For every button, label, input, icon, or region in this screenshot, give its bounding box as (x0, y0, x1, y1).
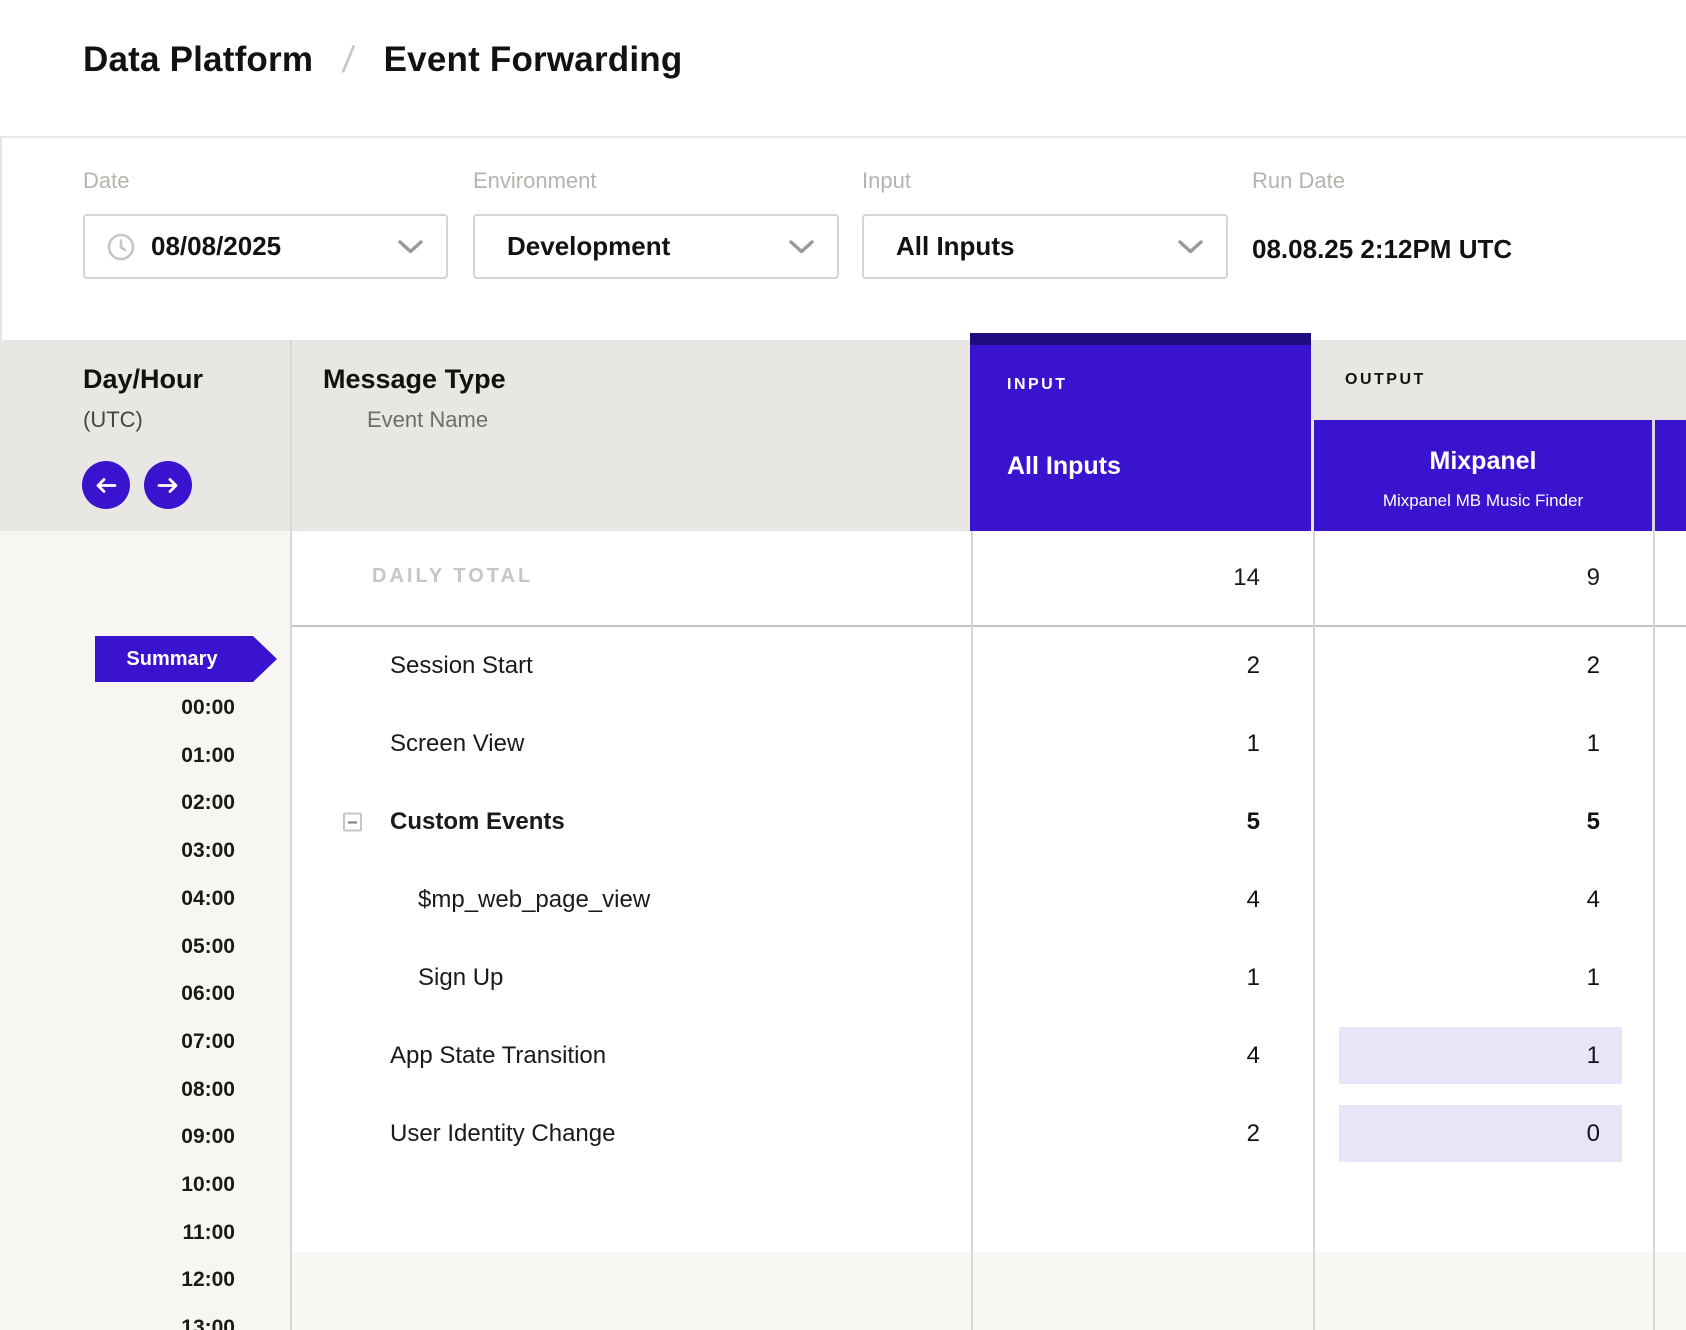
hour-rail-item[interactable]: 07:00 (0, 1030, 235, 1054)
environment-value: Development (507, 231, 670, 262)
chevron-down-icon (397, 238, 424, 255)
column-divider (1313, 531, 1315, 1330)
input-count: 2 (1247, 1120, 1260, 1148)
hour-rail-item[interactable]: 09:00 (0, 1125, 235, 1149)
event-name: App State Transition (390, 1042, 606, 1070)
input-count: 2 (1247, 652, 1260, 680)
column-divider (1652, 420, 1655, 531)
run-date-value: 08.08.25 2:12PM UTC (1252, 234, 1512, 265)
input-filter-label: Input (862, 168, 911, 194)
input-value: All Inputs (896, 231, 1014, 262)
hour-rail-item[interactable]: 08:00 (0, 1078, 235, 1102)
input-count: 1 (1247, 730, 1260, 758)
clock-icon (107, 233, 135, 261)
delta-highlight-cell (1339, 1105, 1622, 1162)
daily-total-input-value: 14 (1233, 564, 1260, 592)
chevron-down-icon (1177, 238, 1204, 255)
next-day-button[interactable] (144, 461, 192, 509)
hour-rail-item[interactable]: 04:00 (0, 887, 235, 911)
environment-dropdown[interactable]: Development (473, 214, 839, 279)
event-forwarding-page: Data Platform / Event Forwarding Date 08… (0, 0, 1686, 1330)
hour-rail-item[interactable]: 05:00 (0, 935, 235, 959)
table-row: $mp_web_page_view 4 4 (0, 861, 1686, 939)
output-count: 2 (1587, 652, 1600, 680)
date-dropdown[interactable]: 08/08/2025 (83, 214, 448, 279)
arrow-right-icon (156, 477, 180, 494)
input-dropdown[interactable]: All Inputs (862, 214, 1228, 279)
previous-day-button[interactable] (82, 461, 130, 509)
table-row: Sign Up 1 1 (0, 939, 1686, 1017)
input-count: 1 (1247, 964, 1260, 992)
output-count: 4 (1587, 886, 1600, 914)
input-column-label: INPUT (1007, 376, 1068, 394)
run-date-label: Run Date (1252, 168, 1345, 194)
column-divider (290, 340, 292, 1330)
output-connection-name: Mixpanel (1314, 447, 1652, 476)
delta-highlight-cell (1339, 1027, 1622, 1084)
table-row: Custom Events 5 5 (0, 783, 1686, 861)
column-divider (971, 531, 973, 1330)
input-count: 4 (1247, 886, 1260, 914)
breadcrumb: Data Platform / Event Forwarding (83, 39, 682, 81)
hour-rail-item[interactable]: 03:00 (0, 839, 235, 863)
summary-badge[interactable]: Summary (95, 636, 277, 682)
environment-filter-label: Environment (473, 168, 597, 194)
event-name: Session Start (390, 652, 533, 680)
event-name: Sign Up (418, 964, 503, 992)
event-name: User Identity Change (390, 1120, 615, 1148)
column-divider (1653, 531, 1655, 1330)
daily-total-label: DAILY TOTAL (372, 565, 533, 588)
day-hour-column-subtitle: (UTC) (83, 407, 143, 433)
message-type-column-subtitle: Event Name (367, 407, 488, 433)
output-column-partial (1655, 420, 1686, 531)
output-count: 0 (1587, 1120, 1600, 1148)
hour-rail-item[interactable]: 00:00 (0, 696, 235, 720)
input-count: 4 (1247, 1042, 1260, 1070)
hour-rail-item[interactable]: 11:00 (0, 1221, 235, 1245)
hour-rail-item[interactable]: 12:00 (0, 1268, 235, 1292)
summary-badge-label: Summary (126, 648, 217, 671)
hour-rail-item[interactable]: 06:00 (0, 982, 235, 1006)
date-filter-label: Date (83, 168, 129, 194)
output-connection-subtitle: Mixpanel MB Music Finder (1314, 491, 1652, 511)
event-name: Screen View (390, 730, 524, 758)
input-column-header: INPUT All Inputs (970, 333, 1311, 531)
column-divider (1311, 345, 1314, 531)
daily-total-row: DAILY TOTAL 14 9 (290, 531, 1686, 627)
input-count: 5 (1247, 808, 1260, 836)
event-name: $mp_web_page_view (418, 886, 650, 914)
table-row: User Identity Change 2 0 (0, 1095, 1686, 1173)
output-count: 1 (1587, 1042, 1600, 1070)
message-type-column-title: Message Type (323, 364, 506, 395)
table-footer-panel (290, 1252, 1686, 1330)
chevron-down-icon (788, 238, 815, 255)
output-section-label: OUTPUT (1345, 371, 1426, 389)
hour-rail-item[interactable]: 13:00 (0, 1316, 235, 1330)
date-value: 08/08/2025 (151, 231, 281, 262)
output-count: 5 (1587, 808, 1600, 836)
output-count: 1 (1587, 964, 1600, 992)
day-hour-column-title: Day/Hour (83, 364, 203, 395)
hour-rail-item[interactable]: 02:00 (0, 791, 235, 815)
table-row: App State Transition 4 1 (0, 1017, 1686, 1095)
hour-rail-item[interactable]: 10:00 (0, 1173, 235, 1197)
input-column-header-accent (970, 333, 1311, 345)
input-column-value: All Inputs (1007, 452, 1121, 481)
arrow-left-icon (94, 477, 118, 494)
collapse-toggle-icon[interactable] (343, 813, 362, 832)
daily-total-output-value: 9 (1587, 564, 1600, 592)
hour-rail-item[interactable]: 01:00 (0, 744, 235, 768)
top-bar: Data Platform / Event Forwarding (0, 0, 1686, 138)
output-connection-header[interactable]: Mixpanel Mixpanel MB Music Finder (1314, 420, 1652, 531)
event-name: Custom Events (390, 808, 565, 836)
page-title: Event Forwarding (384, 40, 683, 80)
table-row: Screen View 1 1 (0, 705, 1686, 783)
breadcrumb-separator: / (340, 39, 356, 81)
output-count: 1 (1587, 730, 1600, 758)
breadcrumb-section[interactable]: Data Platform (83, 40, 313, 80)
